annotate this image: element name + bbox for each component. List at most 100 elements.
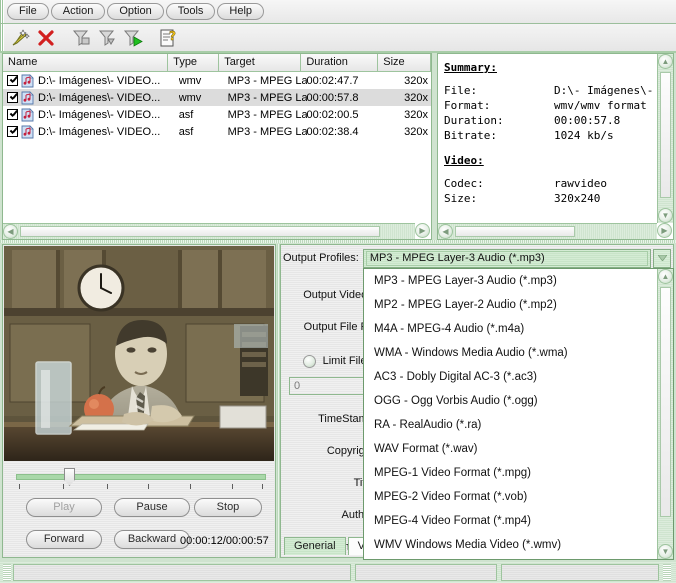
list-item[interactable]: MPEG-2 Video Format (*.vob) (364, 485, 657, 509)
top-split-area: Name Type Target Duration Size D:\- Imág… (0, 53, 676, 243)
list-item[interactable]: MP2 - MPEG Layer-2 Audio (*.mp2) (364, 293, 657, 317)
help-button[interactable]: ? (156, 26, 180, 49)
list-item[interactable]: MPEG-4 Video Format (*.mp4) (364, 509, 657, 533)
limit-file-size-input[interactable]: 0 (289, 377, 373, 395)
status-resize-grip[interactable] (663, 564, 672, 581)
cell-size: 320x (404, 91, 428, 104)
list-item[interactable]: RA - RealAudio (*.ra) (364, 413, 657, 437)
stop-button[interactable]: Stop (194, 498, 262, 517)
status-cell-3 (501, 564, 660, 581)
vscroll-thumb[interactable] (660, 287, 671, 517)
output-profiles-row: Output Profiles: MP3 - MPEG Layer-3 Audi… (283, 248, 671, 268)
chevron-down-icon[interactable] (653, 248, 671, 268)
video-player-panel: Play Pause Stop Forward Backward 00:00:1… (2, 244, 276, 558)
dropdown-vscrollbar[interactable]: ▲ ▼ (657, 269, 673, 559)
summary-label-format: Format: (444, 99, 491, 112)
status-grip (3, 564, 11, 581)
media-file-icon (21, 124, 34, 138)
output-profiles-label: Output Profiles: (283, 252, 359, 264)
seek-tick (19, 484, 20, 489)
column-header-size[interactable]: Size (378, 54, 431, 71)
menu-help[interactable]: Help (217, 3, 265, 20)
start-conversion-button[interactable] (121, 26, 145, 49)
row-checkbox[interactable] (7, 126, 18, 137)
menu-tools[interactable]: Tools (165, 3, 216, 20)
list-item[interactable]: MPEG-1 Video Format (*.mpg) (364, 461, 657, 485)
scroll-right-arrow[interactable]: ▶ (415, 223, 430, 238)
row-checkbox[interactable] (7, 109, 18, 120)
vscroll-thumb[interactable] (660, 72, 671, 198)
summary-value-format: wmv/wmv format (554, 99, 647, 112)
status-bar (0, 562, 676, 583)
summary-text: Summary: File: D:\- Imágenes\- V Format:… (438, 54, 657, 223)
remove-files-icon (38, 29, 54, 46)
menu-action[interactable]: Action (50, 3, 106, 20)
column-header-target[interactable]: Target (219, 54, 302, 71)
list-item[interactable]: M4A - MPEG-4 Audio (*.m4a) (364, 317, 657, 341)
convert-button[interactable] (69, 26, 93, 49)
output-profiles-combobox[interactable]: MP3 - MPEG Layer-3 Audio (*.mp3) (362, 248, 651, 268)
video-label-size: Size: (444, 192, 478, 205)
summary-label-duration: Duration: (444, 114, 504, 127)
menu-option[interactable]: Option (107, 3, 164, 20)
table-row[interactable]: D:\- Imágenes\- VIDEO... asf MP3 - MPEG … (3, 106, 431, 123)
table-row[interactable]: D:\- Imágenes\- VIDEO... wmv MP3 - MPEG … (3, 89, 431, 106)
scroll-up-arrow[interactable]: ▲ (658, 54, 673, 69)
table-row[interactable]: D:\- Imágenes\- VIDEO... wmv MP3 - MPEG … (3, 72, 431, 89)
player-controls: Play Pause Stop Forward Backward 00:00:1… (4, 462, 274, 556)
menu-file[interactable]: File (7, 3, 49, 20)
backward-button[interactable]: Backward (114, 530, 190, 549)
dropdown-list: MP3 - MPEG Layer-3 Audio (*.mp3) MP2 - M… (364, 269, 657, 559)
scroll-left-arrow[interactable]: ◀ (3, 224, 18, 239)
list-item[interactable]: WMV Windows Media Video (*.wmv) (364, 533, 657, 557)
cell-target: MP3 - MPEG Lay... (227, 108, 307, 121)
list-item[interactable]: AC3 - Dobly Digital AC-3 (*.ac3) (364, 365, 657, 389)
remove-files-button[interactable] (34, 26, 58, 49)
scroll-down-arrow[interactable]: ▼ (658, 208, 673, 223)
table-row[interactable]: D:\- Imágenes\- VIDEO... asf MP3 - MPEG … (3, 123, 431, 140)
convert-all-icon (98, 30, 115, 46)
summary-vscrollbar[interactable]: ▲ ▼ (657, 54, 673, 223)
forward-button[interactable]: Forward (26, 530, 102, 549)
cell-duration: 00:02:00.5 (306, 108, 359, 121)
pause-button[interactable]: Pause (114, 498, 190, 517)
seek-slider-track[interactable] (16, 474, 266, 480)
status-cell-2 (354, 564, 498, 581)
video-preview[interactable] (4, 246, 274, 461)
list-item[interactable]: WAV Format (*.wav) (364, 437, 657, 461)
hscroll-thumb[interactable] (20, 226, 380, 237)
cell-name: D:\- Imágenes\- VIDEO... (38, 125, 161, 138)
column-header-type[interactable]: Type (168, 54, 220, 71)
seek-tick (262, 484, 263, 489)
play-button[interactable]: Play (26, 498, 102, 517)
scroll-left-arrow[interactable]: ◀ (438, 224, 453, 239)
summary-label-bitrate: Bitrate: (444, 129, 497, 142)
playback-time-label: 00:00:12/00:00:57 (180, 535, 269, 547)
summary-panel: Summary: File: D:\- Imágenes\- V Format:… (437, 53, 674, 240)
file-list-panel: Name Type Target Duration Size D:\- Imág… (2, 53, 432, 240)
summary-hscrollbar[interactable]: ◀ (438, 223, 657, 239)
scroll-right-arrow[interactable]: ▶ (657, 223, 672, 238)
horizontal-split-divider[interactable] (0, 240, 676, 243)
list-item[interactable]: OGG - Ogg Vorbis Audio (*.ogg) (364, 389, 657, 413)
file-list-hscrollbar[interactable]: ◀ (3, 223, 415, 239)
tab-generial[interactable]: Generial (284, 537, 346, 555)
hscroll-thumb[interactable] (455, 226, 575, 237)
list-item[interactable]: WMA - Windows Media Audio (*.wma) (364, 341, 657, 365)
scroll-down-arrow[interactable]: ▼ (658, 544, 673, 559)
list-item[interactable]: ASF - Advanced Streaming Format (*.asf) (364, 557, 657, 559)
row-checkbox[interactable] (7, 92, 18, 103)
column-header-name[interactable]: Name (3, 54, 169, 71)
seek-slider-thumb[interactable] (64, 468, 75, 486)
scroll-up-arrow[interactable]: ▲ (658, 269, 673, 284)
column-header-duration[interactable]: Duration (301, 54, 379, 71)
media-file-icon (21, 107, 34, 121)
file-list-body: D:\- Imágenes\- VIDEO... wmv MP3 - MPEG … (3, 72, 431, 223)
summary-value-bitrate: 1024 kb/s (554, 129, 614, 142)
add-files-button[interactable] (8, 26, 32, 49)
limit-file-size-radio[interactable] (303, 355, 316, 368)
row-checkbox[interactable] (7, 75, 18, 86)
convert-all-button[interactable] (95, 26, 119, 49)
output-profiles-dropdown[interactable]: MP3 - MPEG Layer-3 Audio (*.mp3) MP2 - M… (363, 268, 674, 560)
list-item[interactable]: MP3 - MPEG Layer-3 Audio (*.mp3) (364, 269, 657, 293)
